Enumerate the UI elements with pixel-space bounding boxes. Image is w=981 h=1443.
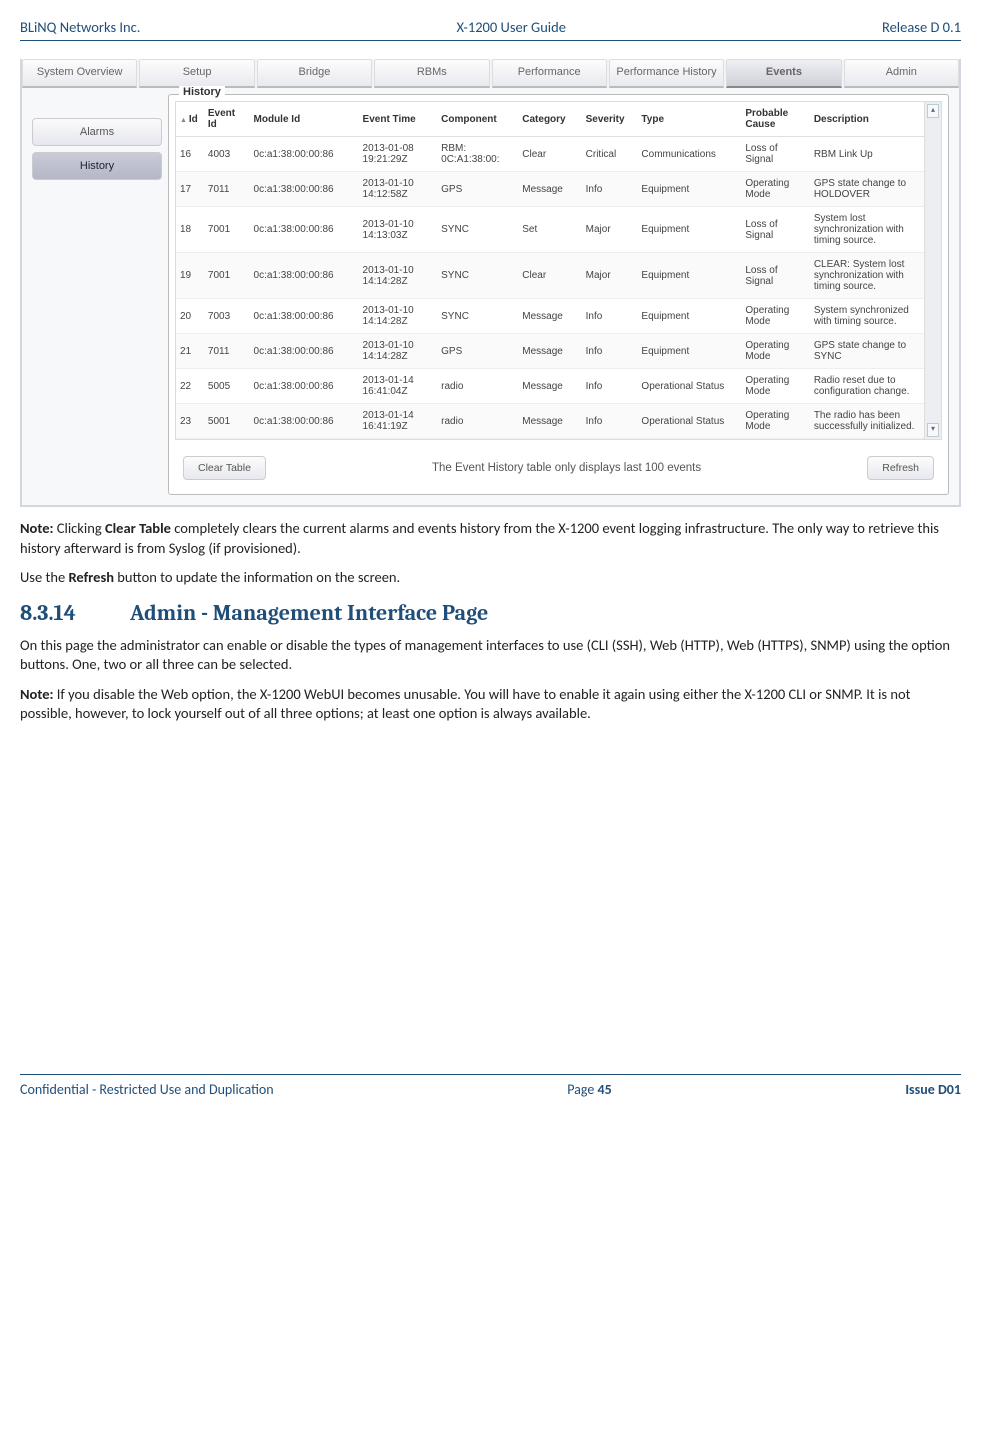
table-row[interactable]: 1970010c:a1:38:00:00:862013-01-10 14:14:… — [176, 253, 924, 299]
col-type[interactable]: Type — [637, 102, 741, 137]
side-tab-alarms[interactable]: Alarms — [32, 118, 162, 146]
table-row[interactable]: 2070030c:a1:38:00:00:862013-01-10 14:14:… — [176, 299, 924, 334]
footer-message: The Event History table only displays la… — [266, 462, 867, 474]
tab-setup[interactable]: Setup — [139, 59, 254, 88]
col-event-time[interactable]: Event Time — [359, 102, 438, 137]
header-right: Release D 0.1 — [882, 18, 961, 36]
scrollbar[interactable]: ▴ ▾ — [924, 102, 941, 439]
table-row[interactable]: 2350010c:a1:38:00:00:862013-01-14 16:41:… — [176, 404, 924, 439]
note-label: Note: — [20, 519, 54, 537]
col-event-id[interactable]: Event Id — [204, 102, 250, 137]
tab-bridge[interactable]: Bridge — [257, 59, 372, 88]
tab-performance[interactable]: Performance — [492, 59, 607, 88]
col-module-id[interactable]: Module Id — [250, 102, 359, 137]
tab-rbms[interactable]: RBMs — [374, 59, 489, 88]
panel-footer: Clear Table The Event History table only… — [169, 446, 948, 494]
doc-footer: Confidential - Restricted Use and Duplic… — [20, 1074, 961, 1118]
clear-table-button[interactable]: Clear Table — [183, 456, 266, 480]
table-row[interactable]: 1640030c:a1:38:00:00:862013-01-08 19:21:… — [176, 137, 924, 172]
tab-system-overview[interactable]: System Overview — [22, 59, 137, 88]
footer-right: Issue D01 — [905, 1081, 961, 1098]
col-description[interactable]: Description — [810, 102, 924, 137]
col-severity[interactable]: Severity — [582, 102, 638, 137]
doc-header: BLiNQ Networks Inc. X-1200 User Guide Re… — [20, 18, 961, 41]
note-web-disable: Note: If you disable the Web option, the… — [20, 685, 961, 724]
events-screenshot: System OverviewSetupBridgeRBMsPerformanc… — [20, 59, 961, 507]
admin-description: On this page the administrator can enabl… — [20, 636, 961, 675]
col-component[interactable]: Component — [437, 102, 518, 137]
scroll-up-icon[interactable]: ▴ — [927, 104, 939, 118]
col-probable-cause[interactable]: Probable Cause — [741, 102, 809, 137]
history-panel: History IdEvent IdModule IdEvent TimeCom… — [168, 94, 949, 495]
note-refresh: Use the Refresh button to update the inf… — [20, 568, 961, 588]
footer-page: Page 45 — [567, 1081, 611, 1098]
footer-left: Confidential - Restricted Use and Duplic… — [20, 1081, 274, 1098]
section-title: Admin - Management Interface Page — [130, 600, 488, 626]
table-row[interactable]: 1870010c:a1:38:00:00:862013-01-10 14:13:… — [176, 207, 924, 253]
table-row[interactable]: 2170110c:a1:38:00:00:862013-01-10 14:14:… — [176, 334, 924, 369]
scroll-down-icon[interactable]: ▾ — [927, 423, 939, 437]
col-category[interactable]: Category — [518, 102, 581, 137]
refresh-button[interactable]: Refresh — [867, 456, 934, 480]
header-center: X-1200 User Guide — [456, 18, 566, 36]
table-row[interactable]: 1770110c:a1:38:00:00:862013-01-10 14:12:… — [176, 172, 924, 207]
note-label: Note: — [20, 685, 54, 703]
header-left: BLiNQ Networks Inc. — [20, 18, 140, 36]
table-row[interactable]: 2250050c:a1:38:00:00:862013-01-14 16:41:… — [176, 369, 924, 404]
col-id[interactable]: Id — [176, 102, 204, 137]
history-table: IdEvent IdModule IdEvent TimeComponentCa… — [176, 102, 924, 439]
tab-events[interactable]: Events — [726, 59, 841, 88]
section-heading: 8.3.14Admin - Management Interface Page — [20, 600, 961, 626]
panel-legend: History — [179, 86, 225, 98]
note-clear-table: Note: Clicking Clear Table completely cl… — [20, 519, 961, 558]
tab-performance-history[interactable]: Performance History — [609, 59, 724, 88]
side-tabs: Alarms History — [22, 88, 168, 186]
top-tabs: System OverviewSetupBridgeRBMsPerformanc… — [22, 59, 959, 88]
section-number: 8.3.14 — [20, 600, 130, 626]
side-tab-history[interactable]: History — [32, 152, 162, 180]
tab-admin[interactable]: Admin — [844, 59, 959, 88]
